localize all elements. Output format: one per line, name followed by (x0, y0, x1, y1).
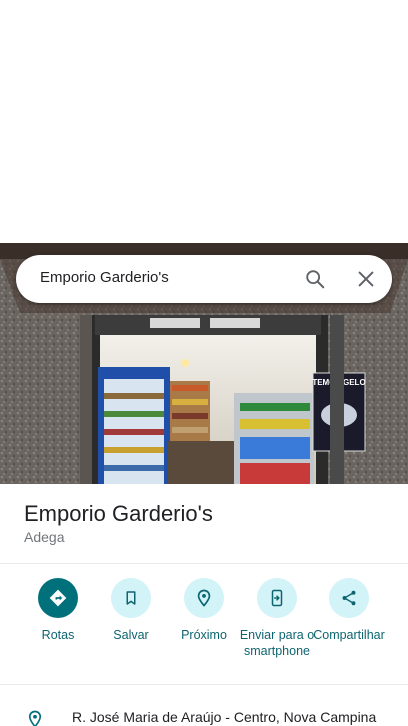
send-to-phone-label: Enviar para o smartphone (239, 628, 315, 658)
divider (0, 563, 408, 564)
directions-label: Rotas (41, 628, 75, 642)
save-button[interactable]: Salvar (91, 578, 171, 643)
search-icon[interactable] (304, 268, 326, 290)
search-input[interactable]: Emporio Garderio's (40, 269, 169, 286)
map-blank-area (0, 0, 408, 243)
place-category: Adega (24, 529, 65, 545)
divider (0, 684, 408, 685)
share-label: Compartilhar (313, 628, 385, 642)
bookmark-icon (111, 578, 151, 618)
nearby-label: Próximo (181, 628, 227, 642)
place-name: Emporio Garderio's (24, 501, 213, 526)
save-label: Salvar (113, 628, 149, 642)
close-icon[interactable] (355, 268, 377, 290)
location-pin-icon (28, 710, 42, 726)
address-row[interactable]: R. José Maria de Araújo - Centro, Nova C… (0, 700, 408, 726)
send-to-phone-icon (257, 578, 297, 618)
place-address: R. José Maria de Araújo - Centro, Nova C… (72, 709, 377, 725)
directions-button[interactable]: Rotas (18, 578, 98, 643)
share-button[interactable]: Compartilhar (309, 578, 389, 643)
send-to-phone-button[interactable]: Enviar para o smartphone (237, 578, 317, 659)
nearby-icon (184, 578, 224, 618)
search-bar[interactable]: Emporio Garderio's (16, 255, 392, 303)
action-bar: Rotas Salvar Próximo Enviar para o smart… (0, 578, 408, 678)
nearby-button[interactable]: Próximo (164, 578, 244, 643)
share-icon (329, 578, 369, 618)
directions-icon (38, 578, 78, 618)
